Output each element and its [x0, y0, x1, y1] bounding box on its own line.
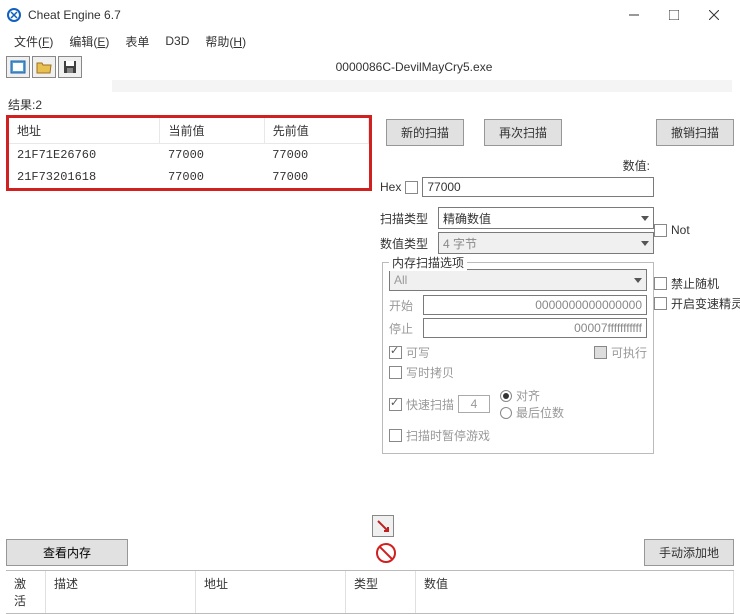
- valuetype-label: 数值类型: [380, 235, 434, 252]
- col-active[interactable]: 激活: [6, 571, 46, 613]
- maximize-button[interactable]: [654, 1, 694, 29]
- cow-checkbox[interactable]: [389, 366, 402, 379]
- progress-bar: [112, 80, 732, 92]
- value-input[interactable]: [422, 177, 654, 197]
- col-previous[interactable]: 先前值: [264, 118, 368, 144]
- table-row[interactable]: 21F71E267607700077000: [9, 144, 369, 167]
- not-checkbox[interactable]: [654, 224, 667, 237]
- col-current[interactable]: 当前值: [160, 118, 264, 144]
- results-label: 结果:: [8, 98, 35, 112]
- menu-file[interactable]: 文件(F): [8, 31, 59, 52]
- col-address[interactable]: 地址: [9, 118, 160, 144]
- memregion-dropdown[interactable]: All: [389, 269, 647, 291]
- col-desc[interactable]: 描述: [46, 571, 196, 613]
- chevron-down-icon: [641, 241, 649, 246]
- value-label: 数值:: [623, 157, 650, 174]
- pause-label: 扫描时暂停游戏: [406, 427, 490, 444]
- save-button[interactable]: [58, 56, 82, 78]
- table-row[interactable]: 21F732016187700077000: [9, 166, 369, 188]
- chevron-down-icon: [634, 278, 642, 283]
- chevron-down-icon: [641, 216, 649, 221]
- new-scan-button[interactable]: 新的扫描: [386, 119, 464, 146]
- col-value[interactable]: 数值: [416, 571, 734, 613]
- address-list-header: 激活 描述 地址 类型 数值: [6, 570, 734, 614]
- next-scan-button[interactable]: 再次扫描: [484, 119, 562, 146]
- start-label: 开始: [389, 297, 419, 314]
- pause-checkbox[interactable]: [389, 429, 402, 442]
- menu-help[interactable]: 帮助(H): [199, 31, 252, 52]
- memopts-title: 内存扫描选项: [389, 254, 467, 271]
- hex-label: Hex: [380, 180, 401, 194]
- col-addr[interactable]: 地址: [196, 571, 346, 613]
- fastscan-checkbox[interactable]: [389, 398, 402, 411]
- view-memory-button[interactable]: 查看内存: [6, 539, 128, 566]
- col-type[interactable]: 类型: [346, 571, 416, 613]
- undo-scan-button[interactable]: 撤销扫描: [656, 119, 734, 146]
- select-process-button[interactable]: [6, 56, 30, 78]
- window-title: Cheat Engine 6.7: [28, 8, 614, 22]
- add-to-list-button[interactable]: [372, 515, 394, 537]
- process-name: 0000086C-DevilMayCry5.exe: [94, 60, 734, 74]
- manual-add-button[interactable]: 手动添加地: [644, 539, 734, 566]
- hex-checkbox[interactable]: [405, 181, 418, 194]
- stop-input[interactable]: [423, 318, 647, 338]
- lastdigits-radio[interactable]: [500, 407, 512, 419]
- menu-edit[interactable]: 编辑(E): [63, 31, 115, 52]
- cow-label: 写时拷贝: [406, 364, 454, 381]
- fastscan-value[interactable]: [458, 395, 490, 413]
- valuetype-dropdown[interactable]: 4 字节: [438, 232, 654, 254]
- start-input[interactable]: [423, 295, 647, 315]
- executable-label: 可执行: [611, 344, 647, 361]
- open-file-button[interactable]: [32, 56, 56, 78]
- scantype-label: 扫描类型: [380, 210, 434, 227]
- minimize-button[interactable]: [614, 1, 654, 29]
- app-logo: [6, 7, 22, 23]
- fastscan-label: 快速扫描: [406, 396, 454, 413]
- stop-label: 停止: [389, 320, 419, 337]
- menu-d3d[interactable]: D3D: [159, 32, 195, 50]
- results-count: 2: [35, 98, 42, 112]
- results-table[interactable]: 地址 当前值 先前值 21F71E267607700077000 21F7320…: [6, 115, 372, 191]
- norandom-checkbox[interactable]: [654, 277, 667, 290]
- close-button[interactable]: [694, 1, 734, 29]
- align-radio[interactable]: [500, 390, 512, 402]
- speedhack-checkbox[interactable]: [654, 297, 667, 310]
- scantype-dropdown[interactable]: 精确数值: [438, 207, 654, 229]
- executable-checkbox[interactable]: [594, 346, 607, 359]
- writable-checkbox[interactable]: [389, 346, 402, 359]
- menu-table[interactable]: 表单: [119, 31, 155, 52]
- stop-icon[interactable]: [376, 543, 396, 563]
- writable-label: 可写: [406, 344, 430, 361]
